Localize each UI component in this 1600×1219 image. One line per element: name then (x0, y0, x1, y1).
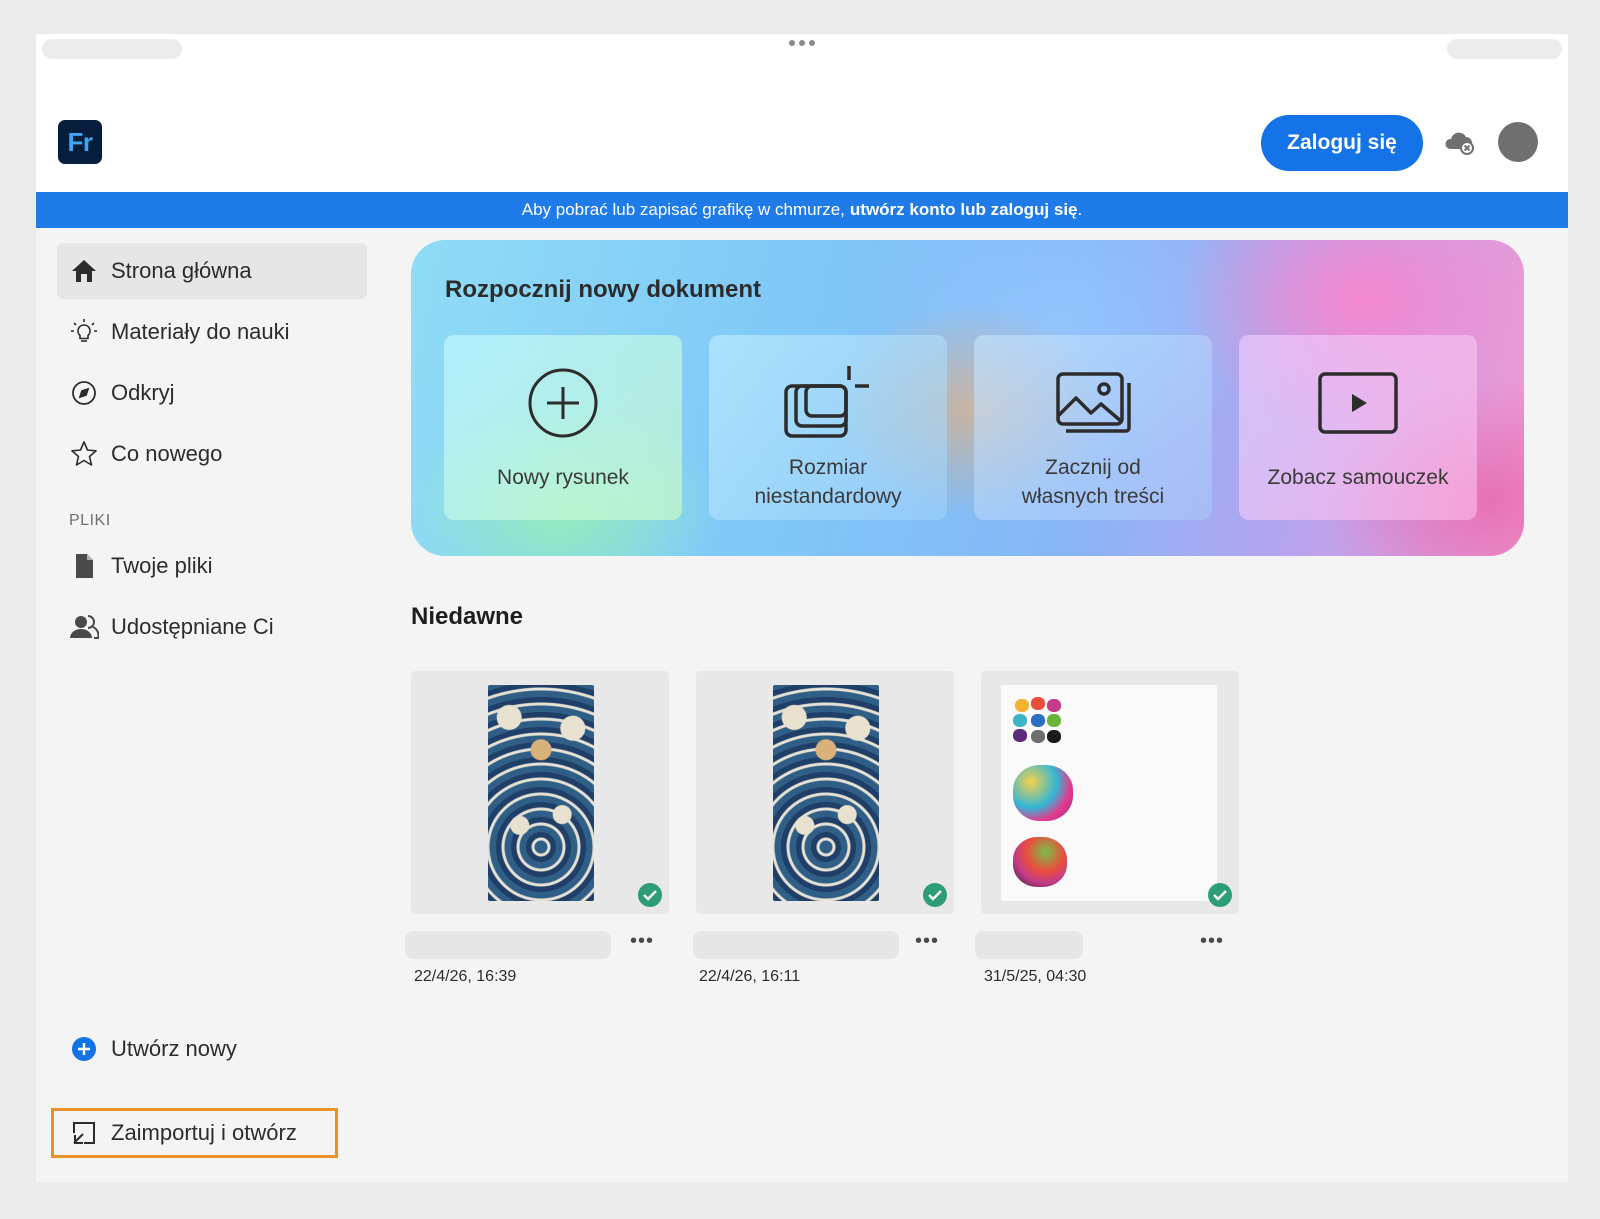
files-section-heading: PLIKI (69, 512, 111, 529)
status-bar (36, 34, 1568, 64)
multitasking-menu-icon[interactable] (789, 40, 815, 46)
card-label: Zobacz samouczek (1267, 466, 1449, 489)
plus-circle-icon (69, 1034, 99, 1064)
recent-thumbnail[interactable] (981, 671, 1239, 914)
create-new-button[interactable]: Utwórz nowy (57, 1021, 367, 1077)
file-name-placeholder (693, 931, 899, 959)
signin-button[interactable]: Zaloguj się (1261, 115, 1423, 171)
sidebar-item-home[interactable]: Strona główna (57, 243, 367, 299)
recent-item[interactable]: ••• 22/4/26, 16:11 (693, 671, 954, 1021)
synced-check-icon (638, 883, 662, 907)
sidebar-item-label: Strona główna (111, 258, 252, 283)
modified-date: 22/4/26, 16:39 (414, 968, 517, 985)
status-indicators-placeholder (1447, 39, 1562, 59)
sidebar-item-label: Utwórz nowy (111, 1036, 237, 1061)
more-options-icon[interactable]: ••• (627, 929, 657, 953)
banner-suffix: . (1077, 200, 1083, 219)
star-icon (69, 439, 99, 469)
more-options-icon[interactable]: ••• (912, 929, 942, 953)
artwork-preview (773, 685, 879, 901)
recent-item[interactable]: ••• 22/4/26, 16:39 (405, 671, 669, 1021)
start-from-content-card[interactable]: Zacznij od własnych treści (974, 335, 1212, 520)
signin-banner: Aby pobrać lub zapisać grafikę w chmurze… (36, 192, 1568, 228)
file-name-placeholder (405, 931, 611, 959)
home-icon (69, 256, 99, 286)
recent-thumbnail[interactable] (411, 671, 669, 914)
people-icon (69, 612, 99, 642)
hero-title: Rozpocznij nowy dokument (445, 276, 761, 303)
plus-circle-icon (527, 363, 599, 443)
compass-icon (69, 378, 99, 408)
synced-check-icon (1208, 883, 1232, 907)
modified-date: 31/5/25, 04:30 (984, 968, 1087, 985)
status-time-placeholder (42, 39, 182, 59)
banner-text: Aby pobrać lub zapisać grafikę w chmurze… (521, 200, 845, 219)
highlight-annotation (51, 1108, 338, 1158)
fresco-logo: Fr (58, 120, 102, 164)
sidebar-item-shared[interactable]: Udostępniane Ci (57, 599, 367, 655)
sidebar-item-label: Odkryj (111, 380, 175, 405)
sidebar-item-your-files[interactable]: Twoje pliki (57, 538, 367, 594)
image-icon (1055, 363, 1131, 443)
recent-section-title: Niedawne (411, 603, 524, 630)
recent-item[interactable]: ••• 31/5/25, 04:30 (975, 671, 1239, 1021)
card-label: Rozmiar niestandardowy (754, 456, 902, 508)
synced-check-icon (923, 883, 947, 907)
lightbulb-icon (69, 317, 99, 347)
avatar[interactable] (1498, 122, 1538, 162)
sidebar-item-label: Udostępniane Ci (111, 614, 274, 639)
artwork-preview (488, 685, 594, 901)
card-label: Nowy rysunek (497, 466, 629, 489)
app-window: Fr Zaloguj się Aby pobrać lub zapisać gr… (36, 34, 1568, 1182)
custom-size-icon (783, 363, 873, 443)
custom-size-card[interactable]: Rozmiar niestandardowy (709, 335, 947, 520)
play-icon (1318, 363, 1398, 443)
banner-link[interactable]: utwórz konto lub zaloguj się (850, 200, 1078, 220)
modified-date: 22/4/26, 16:11 (699, 968, 801, 985)
new-document-hero: Rozpocznij nowy dokument Nowy rysunek Ro… (411, 240, 1524, 556)
sidebar-item-label: Twoje pliki (111, 553, 213, 578)
watch-tutorial-card[interactable]: Zobacz samouczek (1239, 335, 1477, 520)
more-options-icon[interactable]: ••• (1197, 929, 1227, 953)
sidebar-item-label: Co nowego (111, 441, 223, 466)
artwork-preview (1001, 685, 1217, 901)
recent-thumbnail[interactable] (696, 671, 954, 914)
file-icon (69, 551, 99, 581)
sidebar-item-discover[interactable]: Odkryj (57, 365, 367, 421)
sidebar-item-whats-new[interactable]: Co nowego (57, 426, 367, 482)
sidebar-item-learn[interactable]: Materiały do nauki (57, 304, 367, 360)
app-header: Fr Zaloguj się Aby pobrać lub zapisać gr… (36, 64, 1568, 228)
sidebar-item-label: Materiały do nauki (111, 319, 290, 344)
cloud-offline-icon[interactable] (1442, 128, 1476, 156)
new-drawing-card[interactable]: Nowy rysunek (444, 335, 682, 520)
card-label: Zacznij od własnych treści (1021, 456, 1165, 508)
file-name-placeholder (975, 931, 1083, 959)
